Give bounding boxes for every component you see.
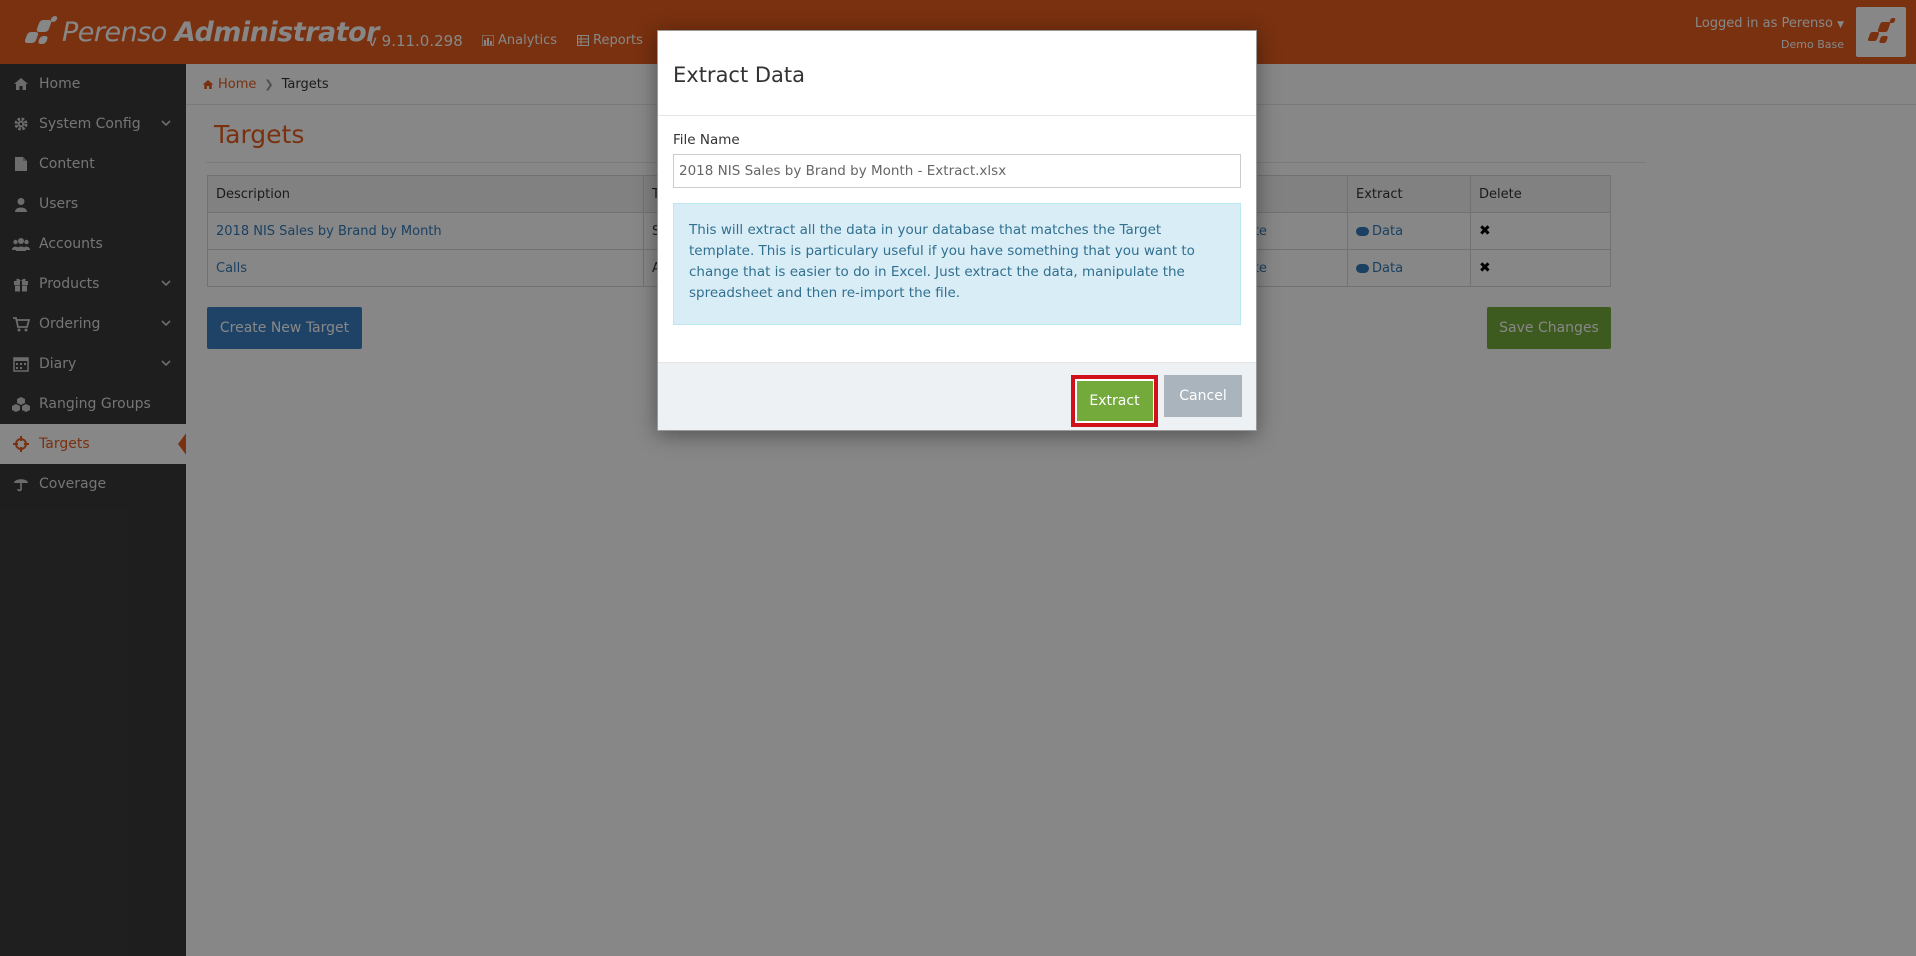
dialog-body: File Name This will extract all the data… [658, 116, 1256, 325]
file-name-input[interactable] [673, 154, 1241, 188]
dialog-footer: Extract Cancel [658, 362, 1256, 430]
file-name-label: File Name [673, 132, 740, 148]
extract-button[interactable]: Extract [1076, 381, 1153, 421]
dialog-title: Extract Data [673, 63, 806, 87]
dialog-header: Extract Data [658, 31, 1256, 116]
cancel-button[interactable]: Cancel [1164, 375, 1242, 417]
extract-data-dialog: Extract Data File Name This will extract… [657, 30, 1257, 431]
extract-button-highlight: Extract [1071, 375, 1158, 427]
info-alert: This will extract all the data in your d… [673, 203, 1241, 325]
